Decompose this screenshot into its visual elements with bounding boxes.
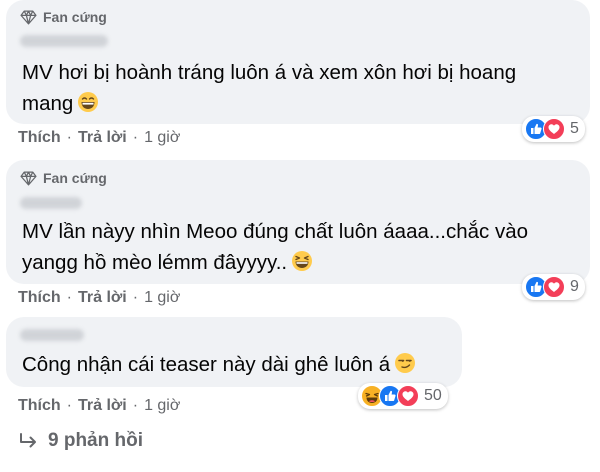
reaction-count: 5 xyxy=(570,120,579,137)
like-action[interactable]: Thích xyxy=(18,129,61,147)
reply-action[interactable]: Trả lời xyxy=(78,129,127,147)
reaction-summary[interactable]: 5 xyxy=(522,116,585,142)
grinning-face-icon xyxy=(77,91,99,113)
comment-text-line: Công nhận cái teaser này dài ghê luôn á xyxy=(22,353,391,376)
comment-time[interactable]: 1 giờ xyxy=(144,289,180,307)
author-name-blurred[interactable] xyxy=(20,35,108,47)
comment-actions: Thích · Trả lời · 1 giờ xyxy=(18,129,180,147)
replies-label: 9 phản hồi xyxy=(48,430,143,451)
comment-text-line: yangg hồ mèo lémm đâyyyy.. xyxy=(22,251,288,274)
love-icon xyxy=(543,118,565,140)
smirking-face-icon xyxy=(394,352,416,374)
love-icon xyxy=(397,385,419,407)
comment-text-line: MV lần nàyy nhìn Meoo đúng chất luôn áaa… xyxy=(22,220,529,243)
badge-label: Fan cứng xyxy=(43,9,107,25)
reply-action[interactable]: Trả lời xyxy=(78,397,127,415)
comment-actions: Thích · Trả lời · 1 giờ xyxy=(18,289,180,307)
author-name-blurred[interactable] xyxy=(20,197,82,209)
comment-text-line: MV hơi bị hoành tráng luôn á và xem xôn … xyxy=(22,61,517,84)
separator: · xyxy=(66,397,72,414)
like-action[interactable]: Thích xyxy=(18,289,61,307)
reply-arrow-icon xyxy=(18,433,38,449)
comment-text-line: mang xyxy=(22,92,74,115)
comment-text: MV hơi bị hoành tráng luôn á và xem xôn … xyxy=(22,57,516,119)
comment-time[interactable]: 1 giờ xyxy=(144,397,180,415)
reaction-count: 50 xyxy=(424,387,442,404)
diamond-icon xyxy=(20,171,37,186)
author-name-blurred[interactable] xyxy=(20,329,84,341)
comment-text: MV lần nàyy nhìn Meoo đúng chất luôn áaa… xyxy=(22,216,528,278)
comment-bubble: Fan cứng MV lần nàyy nhìn Meoo đúng chất… xyxy=(6,160,590,284)
diamond-icon xyxy=(20,10,37,25)
comment-bubble: Fan cứng MV hơi bị hoành tráng luôn á và… xyxy=(6,0,590,124)
separator: · xyxy=(132,129,139,146)
fan-badge: Fan cứng xyxy=(20,9,107,25)
reply-action[interactable]: Trả lời xyxy=(78,289,127,307)
view-replies-link[interactable]: 9 phản hồi xyxy=(18,430,143,452)
fan-badge: Fan cứng xyxy=(20,170,107,186)
badge-label: Fan cứng xyxy=(43,170,107,186)
separator: · xyxy=(132,397,139,414)
comment-actions: Thích · Trả lời · 1 giờ xyxy=(18,397,180,415)
laughing-face-icon xyxy=(291,250,313,272)
reaction-summary[interactable]: 50 xyxy=(358,383,448,409)
comment-time[interactable]: 1 giờ xyxy=(144,129,180,147)
reaction-count: 9 xyxy=(570,278,579,295)
love-icon xyxy=(543,276,565,298)
comment-text: Công nhận cái teaser này dài ghê luôn á xyxy=(22,349,416,380)
reaction-summary[interactable]: 9 xyxy=(522,274,585,300)
like-action[interactable]: Thích xyxy=(18,397,61,415)
comment-bubble: Công nhận cái teaser này dài ghê luôn á xyxy=(6,317,462,387)
separator: · xyxy=(132,289,139,306)
separator: · xyxy=(66,289,72,306)
separator: · xyxy=(66,129,72,146)
